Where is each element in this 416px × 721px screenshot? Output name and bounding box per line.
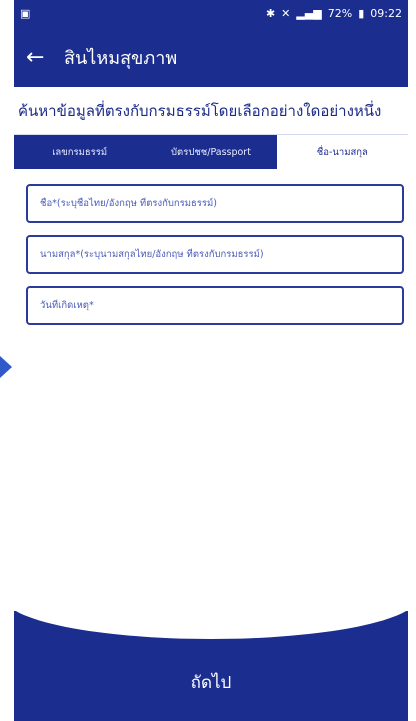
battery-icon: ▮ — [358, 7, 365, 20]
app-bar: ← สินไหมสุขภาพ — [14, 27, 408, 87]
incident-date-input[interactable] — [38, 299, 402, 312]
image-icon: ▣ — [20, 7, 31, 20]
pointer-arrow-icon — [0, 356, 12, 378]
status-bar: ▣ ✱ ✕ ▂▄▆ 72% ▮ 09:22 — [14, 0, 408, 27]
next-button[interactable]: ถัดไป — [14, 669, 408, 696]
signal-icon: ▂▄▆ — [296, 7, 322, 20]
page-title: สินไหมสุขภาพ — [64, 47, 178, 69]
clock: 09:22 — [370, 7, 402, 20]
search-form — [14, 169, 408, 325]
incident-date-field[interactable] — [26, 286, 404, 325]
tab-name-surname[interactable]: ชื่อ-นามสกุล — [276, 135, 408, 169]
search-heading: ค้นหาข้อมูลที่ตรงกับกรมธรรม์โดยเลือกอย่า… — [18, 101, 382, 120]
battery-percent: 72% — [327, 7, 353, 20]
last-name-input[interactable] — [38, 248, 402, 261]
search-tabs: เลขกรมธรรม์ บัตรปชช/Passport ชื่อ-นามสกุ… — [14, 134, 408, 169]
last-name-field[interactable] — [26, 235, 404, 274]
first-name-input[interactable] — [38, 197, 402, 210]
bottom-curve — [14, 597, 408, 639]
first-name-field[interactable] — [26, 184, 404, 223]
status-right: ✱ ✕ ▂▄▆ 72% ▮ 09:22 — [266, 7, 402, 20]
bluetooth-icon: ✱ — [265, 7, 276, 20]
tab-id-passport[interactable]: บัตรปชช/Passport — [145, 135, 277, 169]
back-arrow-icon[interactable]: ← — [26, 45, 56, 70]
tab-policy-number[interactable]: เลขกรมธรรม์ — [14, 135, 146, 169]
bottom-bar: ถัดไป — [14, 597, 408, 721]
phone-screen: ▣ ✱ ✕ ▂▄▆ 72% ▮ 09:22 ← สินไหมสุขภาพ ค้น… — [14, 0, 408, 721]
mute-icon: ✕ — [281, 7, 291, 20]
